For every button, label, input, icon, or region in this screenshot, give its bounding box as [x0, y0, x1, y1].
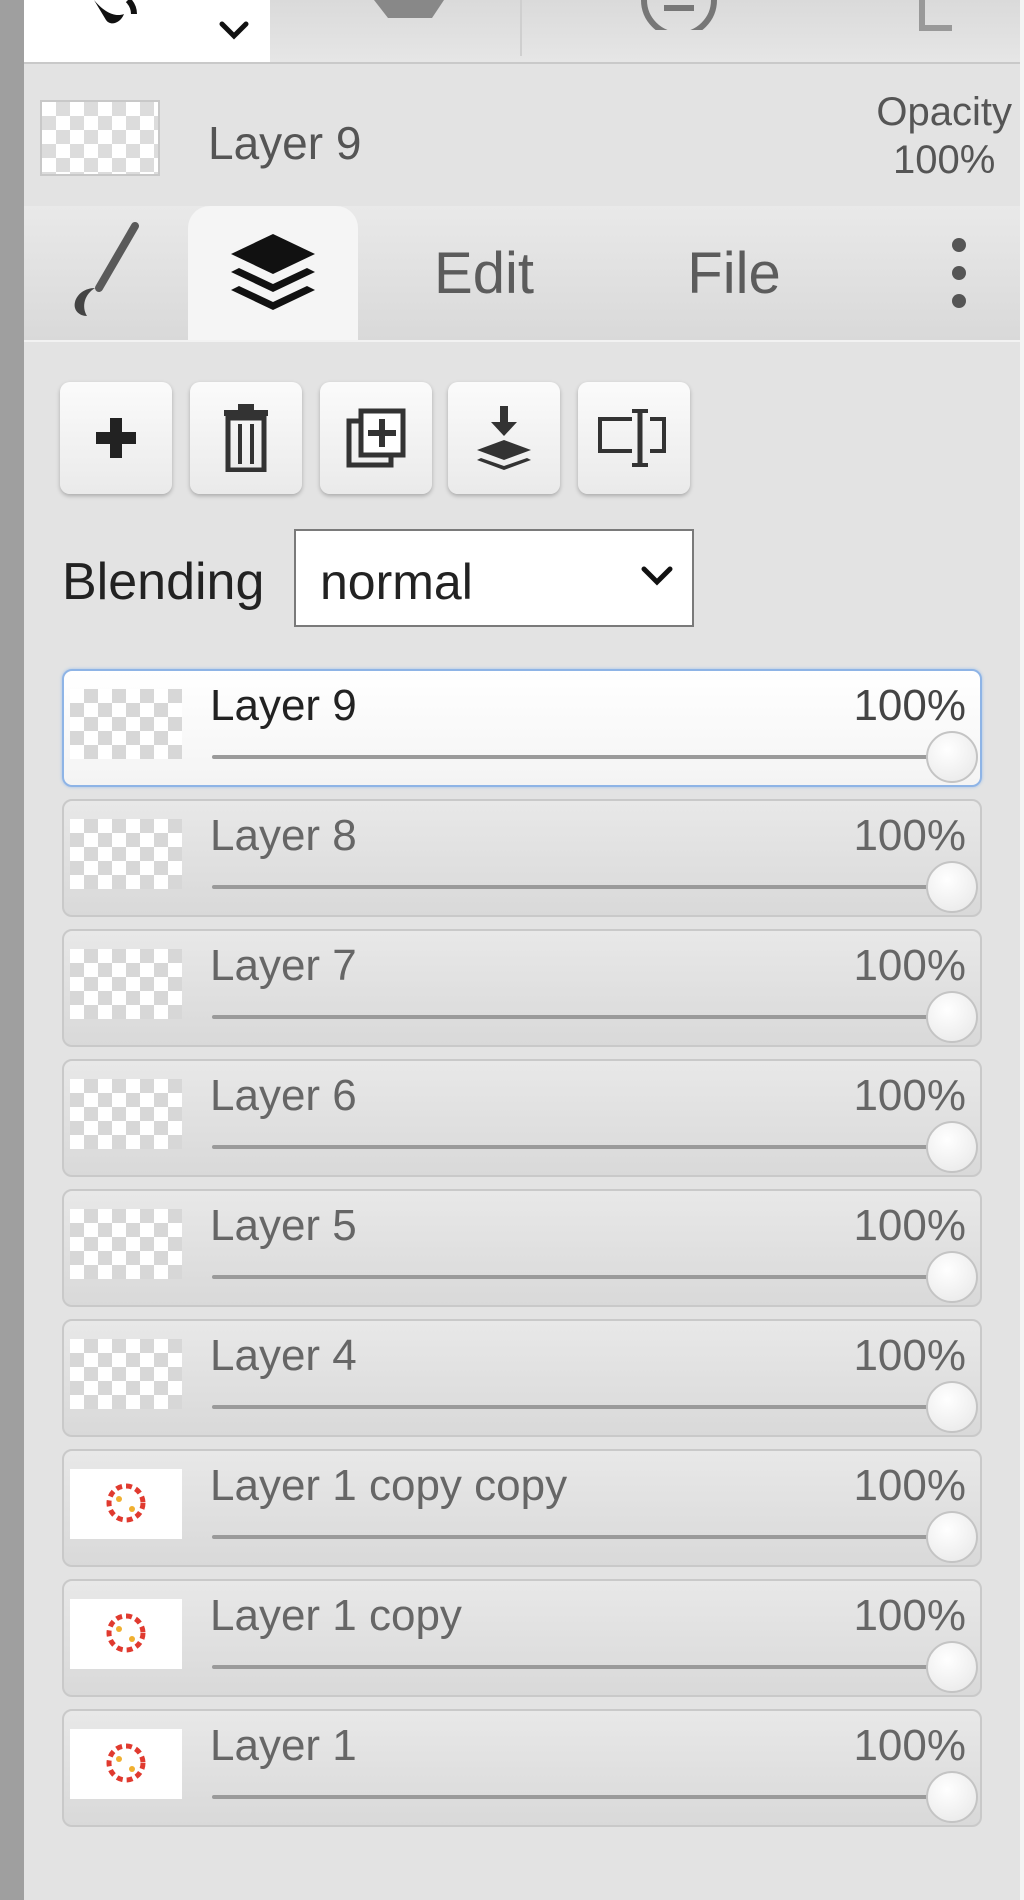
layer-name: Layer 7 [210, 941, 357, 990]
trash-icon [224, 404, 268, 472]
layer-opacity-value: 100% [853, 1591, 966, 1640]
rename-icon [598, 409, 666, 467]
layer-thumbnail [70, 1469, 182, 1539]
tab-edit-label: Edit [434, 240, 534, 306]
tab-brush[interactable] [44, 206, 176, 340]
layer-opacity-slider-handle[interactable] [926, 731, 978, 783]
merge-down-icon [477, 406, 531, 470]
layers-panel: Layer 9 Opacity 100% Edit File Blending … [24, 0, 1020, 1900]
tab-more[interactable] [924, 206, 994, 340]
layer-opacity-slider-handle[interactable] [926, 1771, 978, 1823]
current-layer-opacity[interactable]: Opacity 100% [876, 88, 1012, 184]
rename-layer-button[interactable] [578, 382, 690, 494]
more-vertical-icon [952, 238, 966, 308]
layer-row[interactable]: Layer 4 100% [62, 1319, 982, 1437]
tool-bar [24, 0, 1020, 64]
layer-name: Layer 1 [210, 1721, 357, 1770]
blending-select[interactable]: normal [294, 529, 694, 627]
layer-opacity-slider-track[interactable] [212, 1795, 952, 1799]
tab-file[interactable]: File [654, 206, 814, 340]
layer-opacity-slider-handle[interactable] [926, 1121, 978, 1173]
layer-opacity-slider-track[interactable] [212, 755, 952, 759]
layer-opacity-value: 100% [853, 1461, 966, 1510]
layer-thumbnail [70, 1339, 182, 1409]
layer-thumbnail [70, 949, 182, 1019]
layer-opacity-slider-handle[interactable] [926, 1251, 978, 1303]
layer-opacity-value: 100% [853, 811, 966, 860]
layer-opacity-value: 100% [853, 1071, 966, 1120]
opacity-value: 100% [893, 138, 996, 182]
layer-opacity-value: 100% [853, 941, 966, 990]
add-layer-button[interactable] [60, 382, 172, 494]
layer-name: Layer 5 [210, 1201, 357, 1250]
tab-file-label: File [687, 240, 781, 306]
layer-opacity-slider-handle[interactable] [926, 1511, 978, 1563]
layer-row[interactable]: Layer 8 100% [62, 799, 982, 917]
tab-layers[interactable] [188, 206, 358, 340]
layer-opacity-slider-track[interactable] [212, 1015, 952, 1019]
fullscreen-icon[interactable] [904, 0, 974, 34]
layer-row[interactable]: Layer 6 100% [62, 1059, 982, 1177]
eraser-icon[interactable] [354, 0, 464, 24]
layer-row[interactable]: Layer 9 100% [62, 669, 982, 787]
panel-tabs: Edit File [24, 206, 1020, 342]
layer-thumbnail [70, 819, 182, 889]
layer-name: Layer 1 copy [210, 1591, 462, 1640]
layer-thumbnail [70, 1079, 182, 1149]
layer-name: Layer 8 [210, 811, 357, 860]
layer-opacity-slider-handle[interactable] [926, 1381, 978, 1433]
layer-opacity-slider-track[interactable] [212, 885, 952, 889]
layer-opacity-value: 100% [853, 1721, 966, 1770]
layer-opacity-slider-track[interactable] [212, 1275, 952, 1279]
duplicate-icon [346, 408, 406, 468]
plus-icon [96, 418, 136, 458]
panel-edge [1020, 0, 1024, 1900]
current-layer-thumbnail [40, 100, 160, 176]
layer-row[interactable]: Layer 5 100% [62, 1189, 982, 1307]
layer-name: Layer 4 [210, 1331, 357, 1380]
layer-name: Layer 9 [210, 681, 357, 730]
layer-opacity-value: 100% [853, 1201, 966, 1250]
tool-divider [520, 0, 522, 56]
layer-row[interactable]: Layer 1 copy 100% [62, 1579, 982, 1697]
layer-thumbnail [70, 1729, 182, 1799]
delete-layer-button[interactable] [190, 382, 302, 494]
blending-value: normal [320, 554, 473, 610]
current-layer-name: Layer 9 [208, 117, 362, 169]
layer-opacity-slider-track[interactable] [212, 1405, 952, 1409]
layer-opacity-value: 100% [853, 1331, 966, 1380]
tab-edit[interactable]: Edit [404, 206, 564, 340]
layer-name: Layer 6 [210, 1071, 357, 1120]
zoom-out-icon[interactable] [634, 0, 724, 30]
layer-art-icon [106, 1743, 146, 1783]
layer-row[interactable]: Layer 7 100% [62, 929, 982, 1047]
layer-thumbnail [70, 689, 182, 759]
layer-opacity-value: 100% [853, 681, 966, 730]
layer-opacity-slider-track[interactable] [212, 1145, 952, 1149]
layer-art-icon [106, 1483, 146, 1523]
layer-opacity-slider-handle[interactable] [926, 991, 978, 1043]
layer-thumbnail [70, 1209, 182, 1279]
layers-icon [231, 234, 315, 310]
chevron-down-icon[interactable] [216, 18, 252, 44]
layer-row[interactable]: Layer 1 copy copy 100% [62, 1449, 982, 1567]
duplicate-layer-button[interactable] [320, 382, 432, 494]
layer-name: Layer 1 copy copy [210, 1461, 568, 1510]
layer-opacity-slider-handle[interactable] [926, 861, 978, 913]
layer-row[interactable]: Layer 1 100% [62, 1709, 982, 1827]
blending-label: Blending [62, 553, 265, 611]
layer-thumbnail [70, 1599, 182, 1669]
brush-icon [74, 222, 139, 316]
opacity-label: Opacity [876, 90, 1012, 134]
merge-down-button[interactable] [448, 382, 560, 494]
tool-brush-selector[interactable] [24, 0, 270, 62]
layer-art-icon [106, 1613, 146, 1653]
layer-opacity-slider-track[interactable] [212, 1665, 952, 1669]
layer-opacity-slider-track[interactable] [212, 1535, 952, 1539]
layer-opacity-slider-handle[interactable] [926, 1641, 978, 1693]
chevron-down-icon [641, 566, 673, 586]
